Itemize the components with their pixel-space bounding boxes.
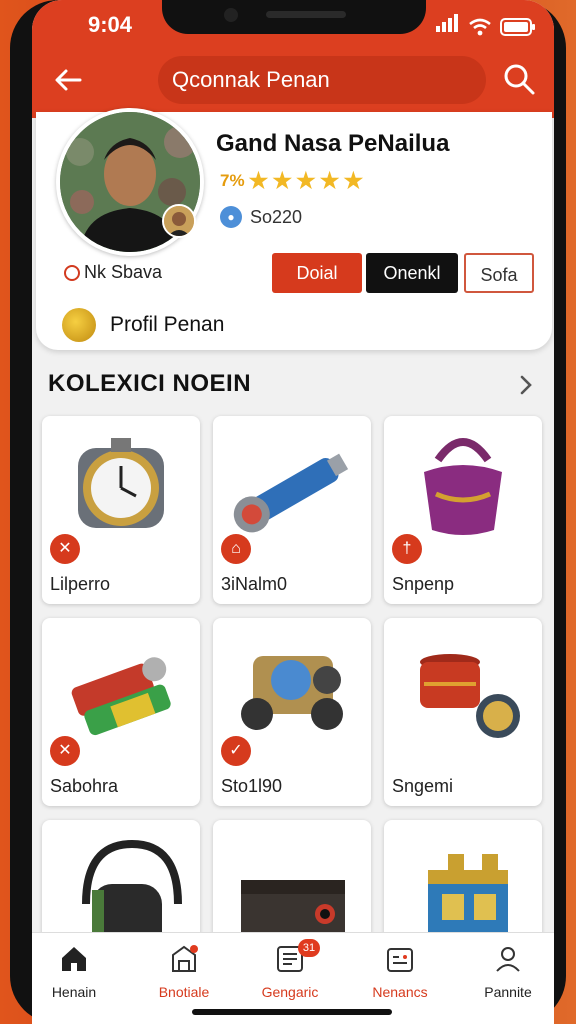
battery-icon [500,18,535,36]
sub-label-text: Nk Sbava [84,262,163,282]
profile-stat: ● So220 [220,206,302,228]
calendar-icon [387,948,413,972]
chest-icon [241,880,345,944]
ring-icon [64,264,80,281]
nav-label: Henain [51,984,97,1000]
collection-item[interactable]: Sngemi [384,618,542,806]
collection-item[interactable]: ✕ Lilperro [42,416,200,604]
pot-icon [420,654,520,738]
star-icon: ★ [272,168,293,193]
sub-label: Nk Sbava [64,262,162,283]
telescope-icon [233,453,349,533]
nav-label: Bnotiale [158,984,210,1000]
app-screen: 9:04 Qconnak Penan Gand Nasa PeNailua 7% [32,0,554,1024]
profile-link-label: Profil Penan [110,313,225,336]
star-icon: ★ [296,168,316,193]
notification-badge: 31 [298,939,320,957]
mini-avatar [162,204,196,238]
profile-name: Gand Nasa PeNailua [216,130,450,157]
badge-icon: ✓ [221,736,251,766]
vehicle-icon [241,656,343,730]
secondary-button[interactable]: Onenkl [366,253,458,293]
wifi-icon [469,18,491,36]
emoji-icon [62,308,96,342]
bag-icon [424,438,502,535]
notch [162,0,426,34]
signal-icon [436,14,460,37]
back-arrow-icon[interactable] [52,64,84,96]
status-icons [436,14,536,37]
rating: 7% ★ ★ ★ ★ ★ [220,168,363,194]
nav-label: Pannite [484,984,532,1000]
badge-icon: ⌂ [221,534,251,564]
status-time: 9:04 [88,12,133,37]
item-label: Sabohra [50,776,119,796]
home-icon [62,947,86,971]
outline-button[interactable]: Sofa [464,253,534,293]
nav-label: Gengaric [261,984,319,1000]
shop-icon [172,945,198,972]
app-header: 9:04 Qconnak Penan [32,0,554,118]
item-label: Sto1l90 [221,776,283,796]
collection-item[interactable]: ✓ Sto1l90 [213,618,371,806]
badge-icon: ✕ [50,736,80,766]
section-title: KOLEXICI NOEIN [48,370,252,397]
badge-icon: † [392,534,422,564]
box-icon [428,854,508,944]
stat-value: So220 [250,206,303,227]
home-indicator [192,1009,392,1015]
nav-item-home[interactable]: Henain [32,943,124,1000]
collection-item[interactable]: † Snpenp [384,416,542,604]
nav-item-list[interactable]: 31 Gengaric [240,939,340,1000]
star-icon: ★ [343,168,364,193]
bottom-nav: Henain Bnotiale 31 Gengaric Nenancs Pann… [32,932,554,1024]
user-icon [496,947,520,972]
item-label: Sngemi [392,776,454,796]
person-icon: ● [220,206,242,228]
collection-item[interactable]: ⌂ 3iNalm0 [213,416,371,604]
star-icon: ★ [248,168,269,193]
primary-button[interactable]: Doial [272,253,362,293]
profile-link[interactable]: Profil Penan [62,308,224,342]
scroll-icon [71,657,171,736]
watch-icon [78,438,164,528]
collection-item[interactable]: ✕ Sabohra [42,618,200,806]
star-icon: ★ [319,168,340,193]
profile-card: Gand Nasa PeNailua 7% ★ ★ ★ ★ ★ ● So220 … [36,108,552,350]
search-input[interactable]: Qconnak Penan [158,56,486,104]
item-label: Snpenp [392,574,455,594]
nav-item-shop[interactable]: Bnotiale [134,943,234,1000]
chevron-right-icon[interactable] [516,372,536,398]
headphones-icon [82,839,182,944]
nav-item-profile[interactable]: Pannite [458,943,554,1000]
search-icon[interactable] [502,62,536,96]
rating-text: 7% [220,171,245,190]
nav-label: Nenancs [372,984,428,1000]
badge-icon: ✕ [50,534,80,564]
nav-item-calendar[interactable]: Nenancs [350,943,450,1000]
item-label: Lilperro [50,574,111,594]
item-label: 3iNalm0 [221,574,288,594]
